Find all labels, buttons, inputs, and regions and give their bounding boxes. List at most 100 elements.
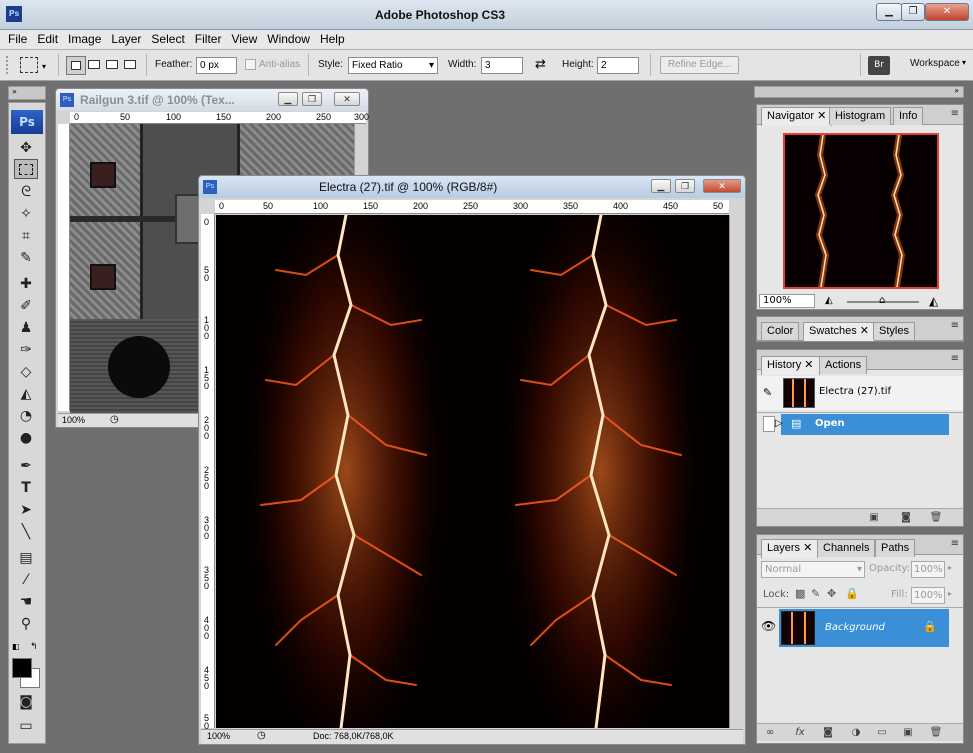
status-menu-icon[interactable]: ◷ <box>257 730 266 741</box>
doc-minimize-button[interactable]: ▁ <box>651 179 671 193</box>
width-input[interactable]: 3 <box>481 57 523 74</box>
quick-mask-icon[interactable]: ◙ <box>14 692 38 712</box>
menu-window[interactable]: Window <box>262 30 315 49</box>
tab-actions[interactable]: Actions <box>819 356 868 374</box>
history-snapshot-row[interactable]: ✎ Electra (27).tif <box>757 376 963 410</box>
healing-brush-tool-icon[interactable]: ✚ <box>14 274 38 294</box>
status-menu-icon[interactable]: ◷ <box>110 414 119 425</box>
window-minimize-button[interactable]: ▁ <box>876 3 902 21</box>
window-close-button[interactable]: ✕ <box>925 3 969 21</box>
zoom-in-icon[interactable]: ◭ <box>929 294 938 308</box>
magic-wand-tool-icon[interactable]: ✧ <box>14 204 38 224</box>
layer-style-icon[interactable]: fx <box>793 726 807 739</box>
link-layers-icon[interactable]: ∞ <box>763 726 777 739</box>
fill-input[interactable]: 100% <box>911 587 945 604</box>
window-restore-button[interactable]: ❐ <box>901 3 925 21</box>
eraser-tool-icon[interactable]: ◇ <box>14 362 38 382</box>
doc-close-button[interactable]: ✕ <box>334 92 360 106</box>
screen-mode-icon[interactable]: ▭ <box>14 716 38 736</box>
feather-input[interactable]: 0 px <box>196 57 237 74</box>
path-selection-tool-icon[interactable]: ➤ <box>14 500 38 520</box>
history-state-open[interactable]: ▤ Open <box>781 414 949 435</box>
photoshop-badge-icon[interactable]: Ps <box>11 110 43 134</box>
swap-colors-icon[interactable]: ↰ <box>30 642 38 652</box>
document-titlebar[interactable]: Ps Electra (27).tif @ 100% (RGB/8#) ▁ ❐ … <box>199 176 745 198</box>
navigator-zoom-input[interactable]: 100% <box>759 294 815 308</box>
style-select[interactable]: Fixed Ratio ▾ <box>348 57 438 74</box>
lasso-tool-icon[interactable]: ᘓ <box>14 182 38 202</box>
tab-info[interactable]: Info <box>893 107 924 125</box>
new-document-from-state-icon[interactable]: ▣ <box>867 511 881 524</box>
zoom-level[interactable]: 100% <box>207 731 230 741</box>
tab-layers[interactable]: Layers ✕ <box>761 539 819 558</box>
chevron-right-icon[interactable]: ▸ <box>948 563 952 572</box>
zoom-out-icon[interactable]: ◭ <box>825 295 833 306</box>
foreground-color-swatch[interactable] <box>12 658 32 678</box>
antialias-checkbox[interactable] <box>245 59 256 70</box>
zoom-level[interactable]: 100% <box>62 415 85 425</box>
height-input[interactable]: 2 <box>597 57 639 74</box>
trash-icon[interactable]: 🗑 <box>929 511 943 524</box>
menu-select[interactable]: Select <box>146 30 189 49</box>
tab-histogram[interactable]: Histogram <box>829 107 892 125</box>
doc-maximize-button[interactable]: ❐ <box>675 179 695 193</box>
menu-image[interactable]: Image <box>63 30 106 49</box>
tab-navigator[interactable]: Navigator ✕ <box>761 107 833 126</box>
navigator-view-box[interactable] <box>783 132 939 290</box>
subtract-from-selection-icon[interactable] <box>104 56 122 75</box>
paint-bucket-tool-icon[interactable]: ◭ <box>14 384 38 404</box>
history-brush-tool-icon[interactable]: ✑ <box>14 340 38 360</box>
new-snapshot-icon[interactable]: ◙ <box>899 511 913 524</box>
line-tool-icon[interactable]: ╲ <box>14 522 38 542</box>
vertical-scrollbar[interactable] <box>729 215 743 728</box>
options-grip[interactable] <box>6 56 14 74</box>
panel-menu-icon[interactable]: ≡ <box>951 108 959 119</box>
type-tool-icon[interactable]: T <box>14 478 38 498</box>
menu-help[interactable]: Help <box>315 30 350 49</box>
swap-arrows-icon[interactable]: ⇄ <box>535 57 546 72</box>
document-titlebar[interactable]: Ps Railgun 3.tif @ 100% (Tex... ▁ ❐ ✕ <box>56 89 368 111</box>
bridge-icon[interactable]: Br <box>868 56 890 75</box>
intersect-selection-icon[interactable] <box>122 56 140 75</box>
trash-icon[interactable]: 🗑 <box>929 726 943 739</box>
default-colors-icon[interactable]: ◧ <box>12 642 20 651</box>
clone-stamp-tool-icon[interactable]: ♟ <box>14 318 38 338</box>
new-group-icon[interactable]: ▭ <box>875 726 889 739</box>
menu-file[interactable]: File <box>3 30 32 49</box>
tab-paths[interactable]: Paths <box>875 539 916 557</box>
adjustment-layer-icon[interactable]: ◑ <box>849 726 863 739</box>
lock-all-icon[interactable]: 🔒 <box>845 587 859 600</box>
new-selection-icon[interactable] <box>66 56 86 75</box>
chevron-down-icon[interactable]: ▾ <box>42 62 46 71</box>
tab-channels[interactable]: Channels <box>817 539 876 557</box>
history-source-slot[interactable] <box>763 416 775 432</box>
workspace-button[interactable]: Workspace <box>910 58 960 69</box>
collapse-arrows-icon[interactable]: » <box>12 87 17 96</box>
layer-row-background[interactable]: Background 🔒 <box>779 609 949 647</box>
panel-menu-icon[interactable]: ≡ <box>951 353 959 364</box>
eyedropper-tool-icon[interactable]: ⁄ <box>14 570 38 590</box>
lock-transparency-icon[interactable]: ▩ <box>795 587 805 600</box>
hand-tool-icon[interactable]: ☚ <box>14 592 38 612</box>
blend-mode-select[interactable]: Normal ▾ <box>761 561 865 578</box>
collapse-arrows-icon[interactable]: » <box>954 86 959 95</box>
menu-filter[interactable]: Filter <box>190 30 227 49</box>
dodge-tool-icon[interactable]: ● <box>14 428 38 448</box>
doc-close-button[interactable]: ✕ <box>703 179 741 193</box>
tab-color[interactable]: Color <box>761 322 800 340</box>
crop-tool-icon[interactable]: ⌗ <box>14 226 38 246</box>
history-brush-source-icon[interactable]: ✎ <box>763 386 772 399</box>
tab-history[interactable]: History ✕ <box>761 356 820 375</box>
brush-tool-icon[interactable]: ✐ <box>14 296 38 316</box>
blur-tool-icon[interactable]: ◔ <box>14 406 38 426</box>
chevron-right-icon[interactable]: ▸ <box>948 589 952 598</box>
doc-maximize-button[interactable]: ❐ <box>302 92 322 106</box>
pen-tool-icon[interactable]: ✒ <box>14 456 38 476</box>
doc-minimize-button[interactable]: ▁ <box>278 92 298 106</box>
panel-dock-header[interactable]: » <box>754 86 964 98</box>
lock-image-icon[interactable]: ✎ <box>811 587 820 600</box>
slice-tool-icon[interactable]: ✎ <box>14 248 38 268</box>
layer-lock-icon[interactable]: 🔒 <box>923 620 937 633</box>
zoom-tool-icon[interactable]: ⚲ <box>14 614 38 634</box>
rect-marquee-preset-icon[interactable] <box>20 57 38 73</box>
